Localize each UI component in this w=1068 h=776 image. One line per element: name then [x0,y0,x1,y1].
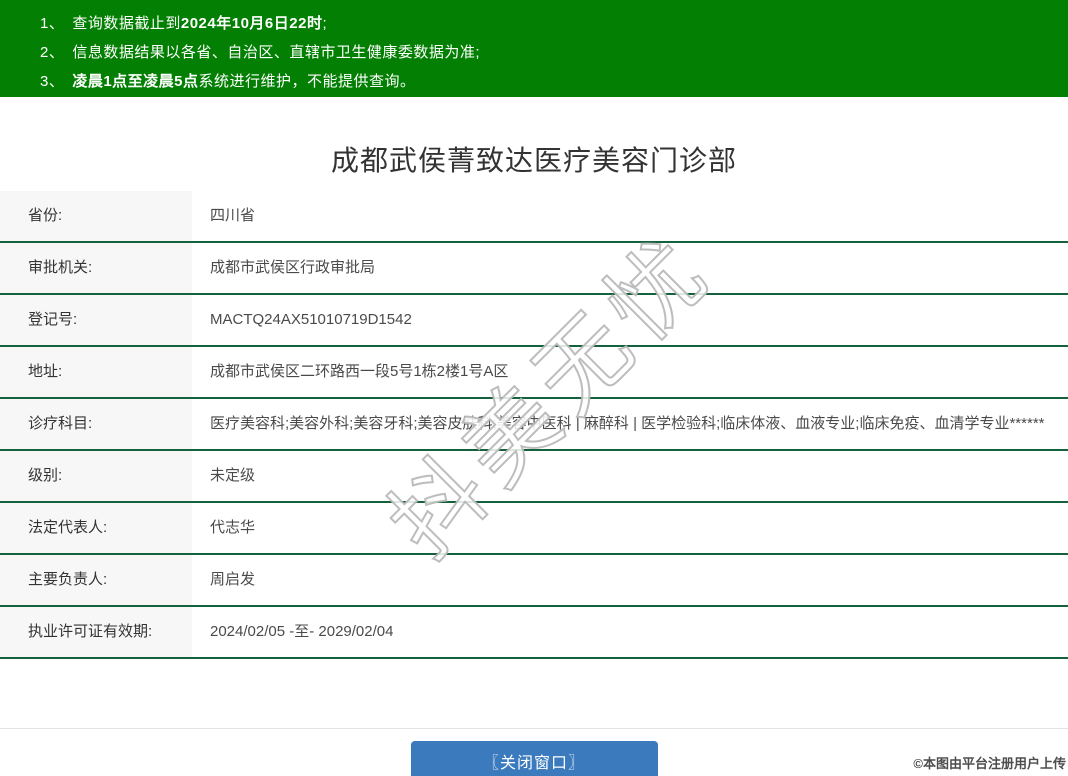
row-label: 登记号: [0,295,192,345]
copyright-watermark: ©本图由平台注册用户上传 [913,756,1066,771]
row-label: 审批机关: [0,243,192,293]
row-value: 四川省 [210,207,256,224]
row-value: 周启发 [210,571,256,588]
notice-bold-text: 凌晨1点至凌晨5点 [72,73,199,90]
row-value: 代志华 [210,519,256,536]
row-value: 成都市武侯区行政审批局 [210,259,376,276]
row-label: 诊疗科目: [0,399,192,449]
table-row-registration-number: 登记号: MACTQ24AX51010719D1542 [0,295,1068,347]
notice-banner: 1、 查询数据截止到2024年10月6日22时; 2、 信息数据结果以各省、自治区、… [0,0,1068,97]
notice-text: ; [322,15,328,32]
page-title: 成都武侯菁致达医疗美容门诊部 [330,145,737,176]
row-label: 法定代表人: [0,503,192,553]
notice-line-2: 2、 信息数据结果以各省、自治区、直辖市卫生健康委数据为准; [40,38,1068,67]
table-row-province: 省份: 四川省 [0,191,1068,243]
notice-bold-text: 2024年10月6日22时 [180,15,323,32]
footer-bar: 〖关闭窗口〗 [0,728,1068,776]
notice-text: 系统进行维护，不能提供查询。 [198,73,416,90]
notice-line-1: 1、 查询数据截止到2024年10月6日22时; [40,9,1068,38]
table-row-license-validity: 执业许可证有效期: 2024/02/05 -至- 2029/02/04 [0,607,1068,659]
notice-line-3: 3、 凌晨1点至凌晨5点系统进行维护，不能提供查询。 [40,67,1068,96]
notice-text: 查询数据截止到 [72,15,181,32]
row-label: 省份: [0,191,192,241]
row-label: 主要负责人: [0,555,192,605]
table-row-medical-subjects: 诊疗科目: 医疗美容科;美容外科;美容牙科;美容皮肤科;美容中医科 | 麻醉科 … [0,399,1068,451]
table-row-approval-authority: 审批机关: 成都市武侯区行政审批局 [0,243,1068,295]
notice-number: 2、 [40,44,65,61]
row-label: 执业许可证有效期: [0,607,192,657]
table-row-legal-representative: 法定代表人: 代志华 [0,503,1068,555]
row-value: 2024/02/05 -至- 2029/02/04 [210,623,394,640]
notice-text: 信息数据结果以各省、自治区、直辖市卫生健康委数据为准; [72,44,481,61]
institution-info-table: 省份: 四川省 审批机关: 成都市武侯区行政审批局 登记号: MACTQ24AX… [0,191,1068,659]
table-row-main-person-in-charge: 主要负责人: 周启发 [0,555,1068,607]
notice-number: 3、 [40,73,65,90]
table-row-level: 级别: 未定级 [0,451,1068,503]
row-label: 地址: [0,347,192,397]
row-label: 级别: [0,451,192,501]
row-value: 成都市武侯区二环路西一段5号1栋2楼1号A区 [210,363,509,380]
row-value: 医疗美容科;美容外科;美容牙科;美容皮肤科;美容中医科 | 麻醉科 | 医学检验… [210,415,1045,432]
close-window-button[interactable]: 〖关闭窗口〗 [410,741,658,776]
notice-number: 1、 [40,15,65,32]
row-value: 未定级 [210,467,256,484]
table-row-address: 地址: 成都市武侯区二环路西一段5号1栋2楼1号A区 [0,347,1068,399]
row-value: MACTQ24AX51010719D1542 [210,311,412,328]
